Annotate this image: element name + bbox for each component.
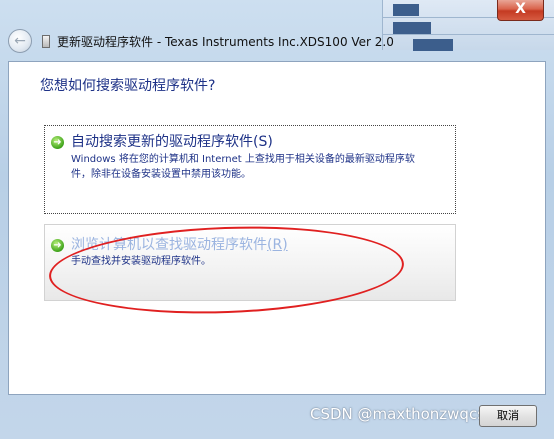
back-arrow-icon: ← xyxy=(14,33,26,49)
device-icon xyxy=(42,35,50,48)
window-title: 更新驱动程序软件 - Texas Instruments Inc.XDS100 … xyxy=(57,35,394,49)
option-auto-search-description: Windows 将在您的计算机和 Internet 上查找用于相关设备的最新驱动… xyxy=(71,152,415,182)
close-button[interactable]: X xyxy=(497,0,544,21)
background-window-blurred-item xyxy=(413,39,453,51)
close-icon: X xyxy=(515,1,526,17)
back-button[interactable]: ← xyxy=(8,29,32,53)
option-auto-search-desc-line2: 件，除非在设备安装设置中禁用该功能。 xyxy=(71,169,251,180)
background-window-divider xyxy=(383,34,554,35)
option-auto-search-desc-line1: Windows 将在您的计算机和 Internet 上查找用于相关设备的最新驱动… xyxy=(71,154,415,165)
green-arrow-icon: ➜ xyxy=(51,239,64,252)
background-window-blurred-item xyxy=(393,22,431,34)
green-arrow-icon: ➜ xyxy=(51,136,64,149)
background-window-blurred-item xyxy=(393,4,419,16)
option-auto-search-title: 自动搜索更新的驱动程序软件(S) xyxy=(71,131,273,151)
option-auto-search-hotkey: (S) xyxy=(253,134,273,150)
page-heading: 您想如何搜索驱动程序软件? xyxy=(40,78,216,94)
cancel-button[interactable]: 取消 xyxy=(479,405,537,427)
option-auto-search[interactable]: ➜ 自动搜索更新的驱动程序软件(S) Windows 将在您的计算机和 Inte… xyxy=(44,125,456,214)
option-auto-search-label: 自动搜索更新的驱动程序软件 xyxy=(71,134,253,150)
watermark: CSDN @maxthonzwqcsdn xyxy=(310,405,505,423)
